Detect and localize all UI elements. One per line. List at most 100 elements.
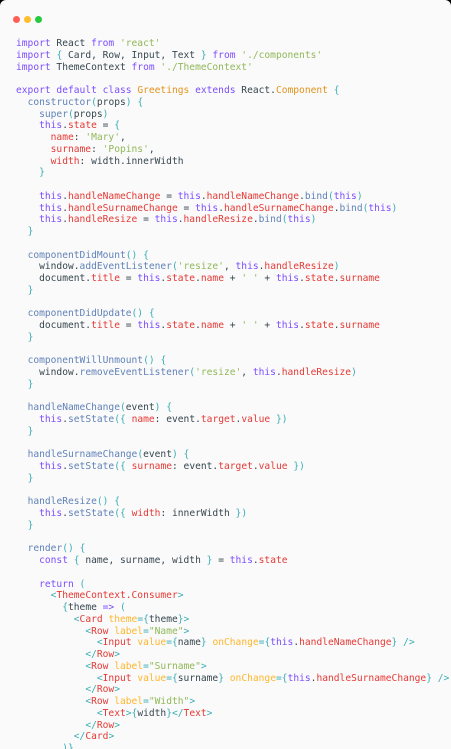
- punctuation-token: }: [27, 472, 34, 484]
- keyword-token: this: [235, 261, 259, 273]
- punctuation-token: }: [27, 226, 34, 237]
- code-line: super(props): [16, 109, 449, 121]
- code-text: theme: [148, 613, 178, 625]
- code-text: props: [73, 108, 103, 120]
- punctuation-token: }): [293, 461, 305, 472]
- property-token: handleResize: [68, 214, 138, 226]
- jsx-attr-token: label: [114, 696, 144, 707]
- punctuation-token: ({: [114, 508, 126, 519]
- code-text: React: [50, 38, 92, 49]
- punctuation-token: {: [137, 96, 144, 108]
- punctuation-token: (): [143, 355, 155, 367]
- code-text: ,: [119, 132, 126, 143]
- string-token: 'Popins': [102, 143, 149, 155]
- keyword-token: this: [229, 555, 253, 566]
- punctuation-token: ): [310, 214, 317, 226]
- jsx-attr-token: label: [114, 660, 144, 672]
- property-token: name: [200, 273, 224, 284]
- code-line: const { name, surname, width } = this.st…: [16, 555, 449, 567]
- punctuation-token: />: [403, 637, 415, 649]
- property-token: target: [218, 461, 253, 472]
- code-line: this.handleNameChange = this.handleNameC…: [16, 191, 449, 203]
- jsx-attr-token: onChange: [229, 672, 276, 684]
- punctuation-token: >: [206, 707, 213, 719]
- code-editor: import React from 'react' import { Card, …: [16, 38, 449, 749]
- code-line: <Row label="Width">: [16, 696, 449, 708]
- code-text: Card, Row, Input, Text: [62, 49, 201, 61]
- punctuation-token: {: [114, 120, 120, 132]
- keyword-token: this: [252, 367, 276, 378]
- code-text: :: [73, 132, 86, 143]
- keyword-token: this: [39, 190, 63, 202]
- function-token: bind: [258, 214, 282, 226]
- code-text: :: [91, 143, 103, 155]
- jsx-attr-token: onChange: [212, 637, 259, 649]
- punctuation-token: </: [85, 649, 97, 660]
- property-token: handleSurnameChange: [316, 672, 427, 684]
- code-text: window.: [16, 261, 80, 273]
- property-token: handleResize: [281, 367, 352, 378]
- keyword-token: import: [16, 38, 51, 49]
- code-line: }: [16, 520, 449, 532]
- punctuation-token: >: [189, 696, 196, 707]
- punctuation-token: ={: [258, 637, 271, 649]
- minimize-window-dot[interactable]: [24, 16, 31, 23]
- code-line: import React from 'react': [16, 38, 449, 50]
- close-window-dot[interactable]: [13, 16, 20, 23]
- code-text: ,: [148, 143, 155, 155]
- code-line: componentDidMount() {: [16, 250, 449, 262]
- property-token: name: [200, 320, 224, 331]
- code-line: window.removeEventListener('resize', thi…: [16, 367, 449, 379]
- code-line: this.handleResize = this.handleResize.bi…: [16, 214, 449, 226]
- punctuation-token: ({: [114, 414, 126, 425]
- keyword-token: this: [333, 190, 357, 202]
- code-text: +: [258, 273, 276, 284]
- property-token: title: [91, 320, 120, 331]
- code-line: this.setState({ width: innerWidth }): [16, 508, 449, 520]
- keyword-token: from: [91, 38, 115, 49]
- code-text: +: [258, 320, 276, 331]
- punctuation-token: >: [200, 660, 207, 672]
- punctuation-token: (: [79, 578, 86, 590]
- property-token: surname: [50, 143, 92, 155]
- code-text: name, surname, width: [79, 555, 207, 566]
- class-token: Greetings: [137, 85, 190, 96]
- keyword-token: import: [16, 61, 51, 73]
- punctuation-token: }>: [177, 613, 190, 625]
- keyword-token: this: [39, 202, 63, 214]
- punctuation-token: </: [73, 731, 86, 743]
- function-token: render: [27, 543, 63, 555]
- code-text: width: [137, 707, 167, 719]
- jsx-tag-token: Input: [102, 672, 132, 684]
- property-token: value: [241, 414, 271, 425]
- maximize-window-dot[interactable]: [35, 16, 42, 23]
- code-line: <Text>{width}</Text>: [16, 708, 449, 720]
- keyword-token: this: [287, 672, 311, 684]
- function-token: componentDidUpdate: [27, 308, 132, 320]
- property-token: handleNameChange: [68, 190, 161, 202]
- code-text: event: [125, 402, 155, 414]
- property-token: handleNameChange: [206, 190, 300, 202]
- code-line: window.addEventListener('resize', this.h…: [16, 261, 449, 273]
- code-line: name: 'Mary',: [16, 132, 449, 144]
- code-text: : innerWidth: [160, 508, 236, 519]
